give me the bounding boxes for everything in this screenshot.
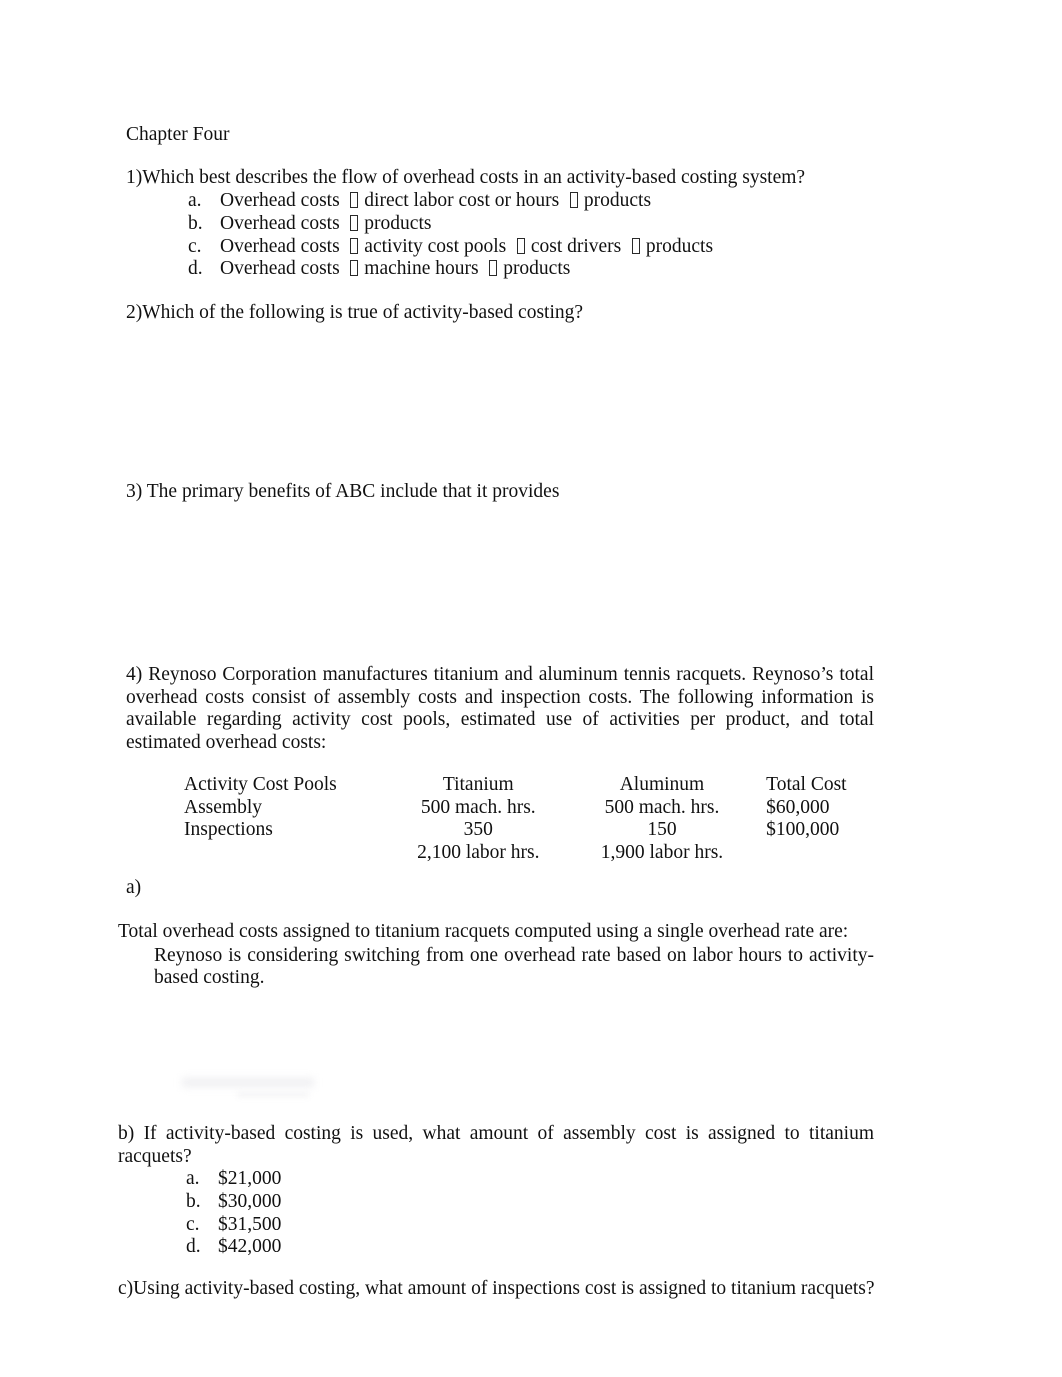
question-2-stem: 2)Which of the following is true of acti… (126, 302, 584, 323)
table-body: Assembly 500 mach. hrs. 500 mach. hrs. $60,… (150, 797, 910, 865)
option-text-segment: products (645, 235, 714, 257)
arrow-icon (570, 192, 578, 208)
cell-titanium: 2,100 labor hrs. (417, 841, 540, 863)
table-row: Inspections 350 150 $100,000 (150, 819, 910, 842)
question-1-option-b[interactable]: b. Overhead costs products (188, 213, 713, 236)
arrow-icon (350, 260, 359, 277)
cell-titanium: 350 (463, 819, 493, 841)
question-4a-followup: Total overhead costs assigned to titaniu… (118, 921, 849, 942)
faint-smudge-artifact (182, 1078, 314, 1087)
option-value: $31,500 (218, 1213, 282, 1235)
table-row: 2,100 labor hrs. 1,900 labor hrs. (150, 842, 910, 865)
cell-activity-cost-pool: Inspections (184, 819, 273, 841)
option-label: a. (188, 190, 202, 211)
question-4b-option-c[interactable]: c. $31,500 (186, 1214, 281, 1237)
cell-titanium: 500 mach. hrs. (420, 796, 536, 818)
option-label: d. (188, 258, 203, 280)
option-text-segment: machine hours (364, 258, 479, 280)
option-text-segment: Overhead costs (220, 258, 340, 280)
cell-aluminum: 150 (647, 819, 677, 841)
cell-activity-cost-pool: Assembly (184, 796, 262, 818)
table-header-total-cost: Total Cost (766, 774, 847, 795)
arrow-icon (516, 237, 525, 254)
option-text-segment: direct labor cost or hours (364, 190, 560, 211)
cell-total-cost: $100,000 (766, 819, 840, 841)
question-1-stem: 1)Which best describes the flow of overh… (126, 167, 806, 188)
arrow-icon (632, 237, 641, 254)
table-header-aluminum: Aluminum (619, 774, 705, 795)
question-4a-marker: a) (126, 877, 142, 898)
question-4b-option-list: a. $21,000 b. $30,000 c. $31,500 d. $42,000 (186, 1168, 281, 1259)
question-4b-option-d[interactable]: d. $42,000 (186, 1236, 281, 1259)
option-label: b. (186, 1190, 201, 1212)
question-4b-stem: b) If activity-based costing is used, wh… (118, 1123, 879, 1167)
activity-cost-pools-table: Activity Cost Pools Titanium Aluminum To… (150, 774, 910, 864)
question-4b-option-a[interactable]: a. $21,000 (186, 1168, 281, 1191)
question-1-option-a[interactable]: a. Overhead costs direct labor cost or ho… (188, 190, 713, 213)
question-4b-option-b[interactable]: b. $30,000 (186, 1191, 281, 1214)
option-value: $30,000 (218, 1190, 282, 1212)
question-4-stem: 4) Reynoso Corporation manufactures tita… (126, 664, 879, 753)
option-label: a. (186, 1168, 200, 1189)
question-4a-text: Reynoso is considering switching from on… (154, 944, 874, 989)
document-page: Chapter Four 1)Which best describes the … (0, 0, 1062, 1377)
arrow-icon (489, 260, 498, 277)
option-label: d. (186, 1236, 201, 1258)
arrow-icon (350, 192, 359, 208)
arrow-icon (350, 237, 359, 254)
question-1-option-list: a. Overhead costs direct labor cost or ho… (188, 190, 713, 281)
option-value: $21,000 (218, 1168, 282, 1189)
option-text-segment: Overhead costs (220, 212, 340, 234)
cell-aluminum: 500 mach. hrs. (604, 796, 720, 818)
question-1-option-c[interactable]: c. Overhead costs activity cost pools cos… (188, 236, 713, 259)
option-text-segment: cost drivers (530, 235, 622, 257)
table-row: Assembly 500 mach. hrs. 500 mach. hrs. $60,… (150, 797, 910, 820)
question-4c-stem: c)Using activity-based costing, what amo… (118, 1278, 875, 1299)
table-header-row: Activity Cost Pools Titanium Aluminum To… (150, 774, 910, 797)
option-text-segment: products (583, 190, 652, 211)
option-text-segment: products (503, 258, 571, 280)
option-text-segment: products (364, 212, 432, 234)
option-label: b. (188, 212, 203, 234)
faint-smudge-artifact-2 (237, 1092, 309, 1097)
arrow-icon (350, 214, 359, 231)
question-4a-block: a) Reynoso is considering switching from… (126, 877, 874, 1035)
cell-total-cost: $60,000 (766, 796, 830, 818)
option-label: c. (186, 1213, 200, 1235)
question-1-option-d[interactable]: d. Overhead costs machine hours products (188, 258, 713, 281)
option-text-segment: Overhead costs (220, 190, 340, 211)
cell-aluminum: 1,900 labor hrs. (600, 841, 724, 863)
option-text-segment: activity cost pools (364, 235, 507, 257)
option-label: c. (188, 235, 202, 257)
option-text-segment: Overhead costs (220, 235, 340, 257)
cell-activity-cost-pool (150, 842, 387, 865)
chapter-title: Chapter Four (126, 124, 230, 145)
cell-total-cost (754, 842, 910, 865)
option-value: $42,000 (218, 1236, 282, 1258)
question-3-stem: 3) The primary benefits of ABC include t… (126, 481, 560, 502)
table-header-activity-cost-pools: Activity Cost Pools (184, 774, 337, 795)
table-header-titanium: Titanium (442, 774, 514, 795)
